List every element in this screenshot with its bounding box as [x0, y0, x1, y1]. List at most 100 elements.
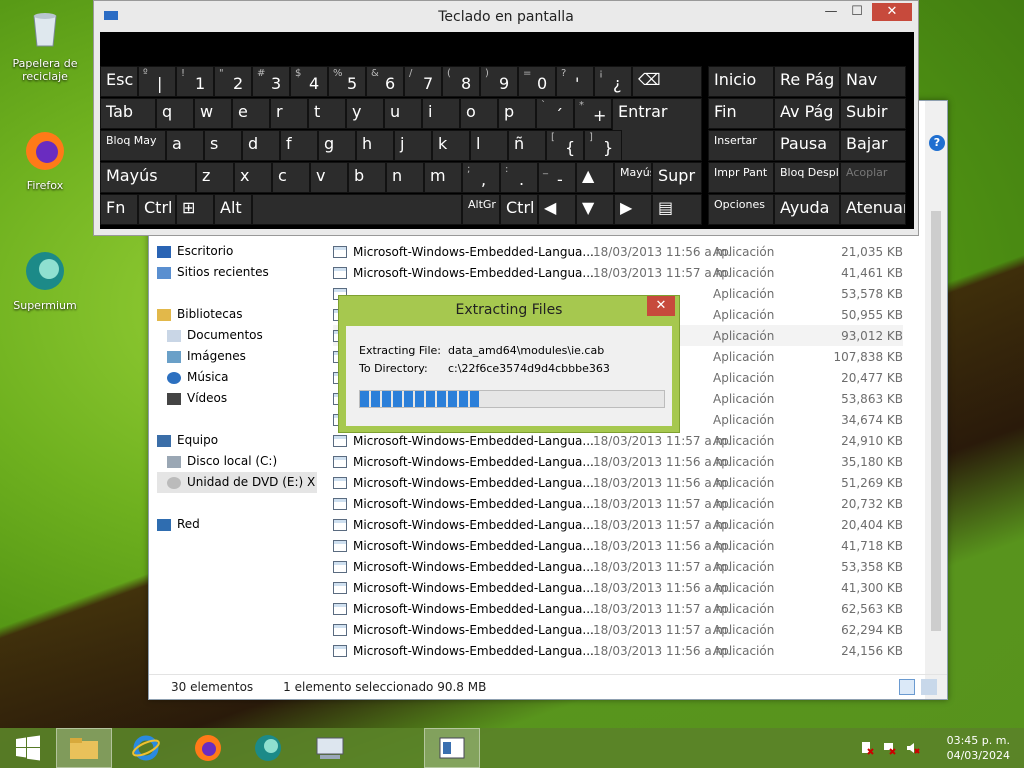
- nav-item-dvd[interactable]: Unidad de DVD (E:) X: [157, 472, 317, 493]
- key-row3-extra-1[interactable]: ]}: [584, 130, 622, 161]
- key-row1-10[interactable]: = 0: [518, 66, 556, 97]
- key-l[interactable]: l: [470, 130, 508, 161]
- key-row4-extra-1[interactable]: :.: [500, 162, 538, 193]
- taskbar-installer[interactable]: [424, 728, 480, 768]
- key-acoplar[interactable]: Acoplar: [840, 162, 906, 193]
- taskbar-firefox[interactable]: [180, 728, 236, 768]
- key-d[interactable]: d: [242, 130, 280, 161]
- start-button[interactable]: [0, 728, 56, 768]
- file-row[interactable]: Microsoft-Windows-Embedded-Langua... 18/0…: [333, 577, 903, 598]
- file-row[interactable]: Microsoft-Windows-Embedded-Langua... 18/0…: [333, 535, 903, 556]
- file-row[interactable]: Microsoft-Windows-Embedded-Langua... 18/0…: [333, 493, 903, 514]
- key-arrow-down[interactable]: ▼: [576, 194, 614, 225]
- key-row1-9[interactable]: ) 9: [480, 66, 518, 97]
- key-row1-2[interactable]: " 2: [214, 66, 252, 97]
- key-j[interactable]: j: [394, 130, 432, 161]
- nav-item-documentos[interactable]: Documentos: [157, 325, 317, 346]
- vertical-scrollbar[interactable]: [929, 191, 943, 671]
- key-e[interactable]: e: [232, 98, 270, 129]
- nav-item-equipo[interactable]: Equipo: [157, 430, 317, 451]
- key-row1-3[interactable]: #3: [252, 66, 290, 97]
- desktop-icon-supermium[interactable]: Supermium: [10, 250, 80, 312]
- nav-item-escritorio[interactable]: Escritorio: [157, 241, 317, 262]
- key-inicio[interactable]: Inicio: [708, 66, 774, 97]
- key-u[interactable]: u: [384, 98, 422, 129]
- key-altgr[interactable]: AltGr: [462, 194, 500, 225]
- key-row1-1[interactable]: ! 1: [176, 66, 214, 97]
- file-row[interactable]: Microsoft-Windows-Embedded-Langua... 18/0…: [333, 451, 903, 472]
- key-y[interactable]: y: [346, 98, 384, 129]
- large-icons-view-icon[interactable]: [921, 679, 937, 695]
- key-menu[interactable]: ▤: [652, 194, 702, 225]
- key-esc[interactable]: Esc: [100, 66, 138, 97]
- key-p[interactable]: p: [498, 98, 536, 129]
- scroll-thumb[interactable]: [931, 211, 941, 631]
- key-k[interactable]: k: [432, 130, 470, 161]
- key-row1-8[interactable]: (8: [442, 66, 480, 97]
- key-a[interactable]: a: [166, 130, 204, 161]
- key-avpag[interactable]: Av Pág: [774, 98, 840, 129]
- maximize-button[interactable]: ☐: [844, 3, 870, 21]
- key-supr[interactable]: Supr: [652, 162, 702, 193]
- system-clock[interactable]: 03:45 p. m. 04/03/2024: [947, 733, 1010, 763]
- key-row4-extra-2[interactable]: _ -: [538, 162, 576, 193]
- file-row[interactable]: Microsoft-Windows-Embedded-Langua... 18/0…: [333, 598, 903, 619]
- taskbar-on-screen-keyboard[interactable]: [302, 728, 358, 768]
- minimize-button[interactable]: —: [818, 3, 844, 21]
- key-t[interactable]: t: [308, 98, 346, 129]
- key-row1-7[interactable]: /7: [404, 66, 442, 97]
- key-subir[interactable]: Subir: [840, 98, 906, 129]
- key-shift[interactable]: Mayús: [100, 162, 196, 193]
- key-insertar[interactable]: Insertar: [708, 130, 774, 161]
- key-arrow-left[interactable]: ◀: [538, 194, 576, 225]
- key-windows[interactable]: ⊞: [176, 194, 214, 225]
- key-arrow-right[interactable]: ▶: [614, 194, 652, 225]
- key-g[interactable]: g: [318, 130, 356, 161]
- key-backspace[interactable]: ⌫: [632, 66, 702, 97]
- key-arrow-up[interactable]: ▲: [576, 162, 614, 193]
- taskbar-supermium[interactable]: [240, 728, 296, 768]
- key-caps-lock[interactable]: Bloq May: [100, 130, 166, 161]
- nav-item-sitios-recientes[interactable]: Sitios recientes: [157, 262, 317, 283]
- file-row[interactable]: Microsoft-Windows-Embedded-Langua... 18/0…: [333, 262, 903, 283]
- taskbar-file-explorer[interactable]: [56, 728, 112, 768]
- key-row3-extra-0[interactable]: [{: [546, 130, 584, 161]
- nav-item-bibliotecas[interactable]: Bibliotecas: [157, 304, 317, 325]
- nav-item-imagenes[interactable]: Imágenes: [157, 346, 317, 367]
- key-ayuda[interactable]: Ayuda: [774, 194, 840, 225]
- key-row1-6[interactable]: & 6: [366, 66, 404, 97]
- key-row1-12[interactable]: ¡ ¿: [594, 66, 632, 97]
- key-q[interactable]: q: [156, 98, 194, 129]
- key-ctrl-right[interactable]: Ctrl: [500, 194, 538, 225]
- network-status-icon[interactable]: [882, 741, 896, 755]
- file-row[interactable]: Microsoft-Windows-Embedded-Langua... 18/0…: [333, 640, 903, 661]
- key-row1-0[interactable]: º |: [138, 66, 176, 97]
- key-r[interactable]: r: [270, 98, 308, 129]
- key-ñ[interactable]: ñ: [508, 130, 546, 161]
- key-h[interactable]: h: [356, 130, 394, 161]
- key-w[interactable]: w: [194, 98, 232, 129]
- key-tab[interactable]: Tab: [100, 98, 156, 129]
- close-button[interactable]: ✕: [872, 3, 912, 21]
- key-enter[interactable]: Entrar: [612, 98, 702, 161]
- key-row1-5[interactable]: % 5: [328, 66, 366, 97]
- key-row1-11[interactable]: ? ': [556, 66, 594, 97]
- key-repag[interactable]: Re Pág: [774, 66, 840, 97]
- key-x[interactable]: x: [234, 162, 272, 193]
- key-bajar[interactable]: Bajar: [840, 130, 906, 161]
- key-row2-extra-0[interactable]: ` ´: [536, 98, 574, 129]
- key-pausa[interactable]: Pausa: [774, 130, 840, 161]
- key-imprpant[interactable]: Impr Pant: [708, 162, 774, 193]
- desktop-icon-firefox[interactable]: Firefox: [10, 130, 80, 192]
- key-m[interactable]: m: [424, 162, 462, 193]
- key-shift-right[interactable]: Mayús: [614, 162, 652, 193]
- file-row[interactable]: Microsoft-Windows-Embedded-Langua... 18/0…: [333, 472, 903, 493]
- key-row1-4[interactable]: $4: [290, 66, 328, 97]
- key-opciones[interactable]: Opciones: [708, 194, 774, 225]
- volume-muted-icon[interactable]: [906, 741, 920, 755]
- key-fn[interactable]: Fn: [100, 194, 138, 225]
- dialog-close-button[interactable]: ✕: [647, 296, 675, 316]
- nav-item-videos[interactable]: Vídeos: [157, 388, 317, 409]
- key-nav[interactable]: Nav: [840, 66, 906, 97]
- key-atenuar[interactable]: Atenuar: [840, 194, 906, 225]
